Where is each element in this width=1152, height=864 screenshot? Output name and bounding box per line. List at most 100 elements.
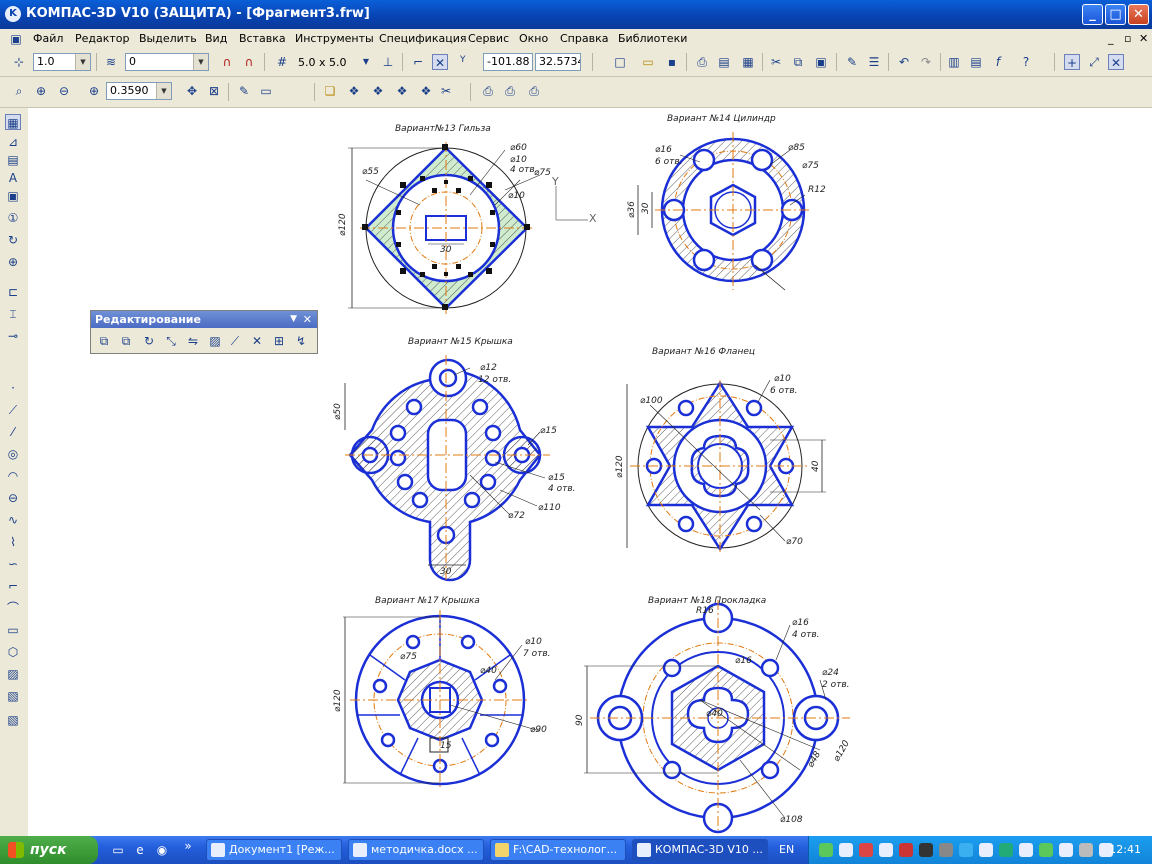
tray-icon[interactable] — [1059, 843, 1073, 857]
drawing-variant-16[interactable]: Вариант №16 Фланец ⌀10 6 отв. ⌀100 ⌀120 … — [615, 347, 826, 552]
drawing-variant-14[interactable]: Вариант №14 Цилиндр ⌀16 6 отв. ⌀85 ⌀75 R… — [627, 114, 826, 291]
grid-icon[interactable]: # — [274, 54, 290, 70]
chevron-down-icon[interactable]: ▼ — [156, 83, 171, 99]
mdi-close-button[interactable]: ✕ — [1139, 32, 1148, 45]
open-folder-icon[interactable]: ▭ — [640, 54, 656, 70]
ellipse-icon[interactable]: ⊖ — [5, 490, 21, 506]
cut-icon[interactable]: ✂ — [768, 54, 784, 70]
dimensions-panel-icon[interactable]: ⊿ — [5, 134, 21, 150]
copy-icon[interactable]: ⧉ — [790, 54, 806, 70]
palette-close-icon[interactable]: ✕ — [303, 311, 312, 328]
mirror-icon[interactable]: ⇋ — [185, 333, 201, 349]
fragment-icon[interactable]: ⌶ — [5, 306, 21, 322]
zoom-out-icon[interactable]: ⊖ — [56, 83, 72, 99]
nurbs-icon[interactable]: ⌇ — [5, 534, 21, 550]
layers-icon[interactable]: ≋ — [103, 54, 119, 70]
library-icon-4[interactable]: ❖ — [418, 83, 434, 99]
tray-icon[interactable] — [1079, 843, 1093, 857]
task-word-methodichka[interactable]: методичка.docx ... — [348, 839, 484, 861]
redo-icon[interactable]: ↷ — [918, 54, 934, 70]
cut-curve-icon[interactable]: ⊞ — [271, 333, 287, 349]
zoom-field[interactable]: 0.3590 ▼ — [106, 82, 172, 100]
copy-objects-icon[interactable]: ⧉ — [118, 333, 134, 349]
new-document-icon[interactable]: □ — [612, 54, 628, 70]
manager-icon[interactable]: ▥ — [946, 54, 962, 70]
rotate-icon[interactable]: ↻ — [141, 333, 157, 349]
tray-icon[interactable] — [1019, 843, 1033, 857]
other-icon[interactable]: ⊸ — [5, 328, 21, 344]
sheet-icon[interactable]: ▭ — [258, 83, 274, 99]
print-icon[interactable]: ⎙ — [694, 54, 710, 70]
close-button[interactable]: ✕ — [1128, 4, 1149, 25]
scale-icon[interactable]: ⤡ — [163, 333, 179, 349]
library-icon-1[interactable]: ❖ — [346, 83, 362, 99]
menu-specification[interactable]: Спецификация — [379, 32, 466, 45]
snap-intersection-icon[interactable]: ✕ — [1108, 54, 1124, 70]
measure-icon[interactable]: ① — [5, 210, 21, 226]
chevron-down-icon[interactable]: ▼ — [193, 54, 208, 70]
trim-icon[interactable]: ⟋ — [227, 333, 243, 349]
snap-line-icon[interactable]: ⤢ — [1086, 54, 1102, 70]
deform-icon[interactable]: ▨ — [207, 333, 223, 349]
menu-help[interactable]: Справка — [560, 32, 608, 45]
help-icon[interactable]: ? — [1018, 54, 1034, 70]
menu-service[interactable]: Сервис — [468, 32, 509, 45]
chevron-down-icon[interactable]: ▼ — [75, 54, 90, 70]
tray-icon[interactable] — [919, 843, 933, 857]
tray-icon[interactable] — [1039, 843, 1053, 857]
move-icon[interactable]: ⧉ — [96, 333, 112, 349]
drawing-variant-17[interactable]: Вариант №17 Крышка ⌀10 7 отв. ⌀75 ⌀40 ⌀1… — [333, 596, 551, 790]
report-icon[interactable]: ⊏ — [5, 284, 21, 300]
palette-menu-icon[interactable]: ▼ — [290, 311, 297, 328]
polygon-icon[interactable]: ⬡ — [5, 644, 21, 660]
arc-icon[interactable]: ◠ — [5, 468, 21, 484]
menu-tools[interactable]: Инструменты — [295, 32, 374, 45]
function-icon[interactable]: f — [990, 54, 1006, 70]
point-icon[interactable]: · — [5, 380, 21, 396]
coordinate-y-field[interactable]: 32.5734 — [535, 53, 581, 71]
properties-brush-icon[interactable]: ✎ — [844, 54, 860, 70]
polyline-icon[interactable]: ∿ — [5, 512, 21, 528]
minimize-button[interactable]: _ — [1082, 4, 1103, 25]
layer-field[interactable]: 0 ▼ — [125, 53, 209, 71]
zoom-window-icon[interactable]: ⌕ — [11, 83, 27, 99]
tray-icon[interactable] — [839, 843, 853, 857]
zoom-scale-icon[interactable]: ⊕ — [86, 83, 102, 99]
library-manager-icon[interactable]: ❏ — [322, 83, 338, 99]
chamfer-icon[interactable]: ⌐ — [5, 578, 21, 594]
segment-icon[interactable]: ⁄ — [5, 424, 21, 440]
task-kompas[interactable]: КОМПАС-3D V10 ... — [632, 839, 768, 861]
spec-icon[interactable]: ⊕ — [5, 254, 21, 270]
rectangle-icon[interactable]: ▭ — [5, 622, 21, 638]
coordinate-x-field[interactable]: -101.88 — [483, 53, 533, 71]
clear-area-icon[interactable]: ↯ — [293, 333, 309, 349]
quicklaunch-desktop-icon[interactable]: ▭ — [110, 842, 126, 858]
quicklaunch-more-icon[interactable]: » — [180, 838, 196, 854]
symbols-panel-icon[interactable]: ▤ — [5, 152, 21, 168]
magnet-local-snap-icon[interactable]: ∩ — [241, 54, 257, 70]
drawing-variant-13[interactable]: Вариант№13 Гильза ⌀60 ⌀10 4 отв. ⌀75 ⌀55… — [338, 124, 551, 314]
maximize-button[interactable]: □ — [1105, 4, 1126, 25]
print-icon-3[interactable]: ⎙ — [526, 83, 542, 99]
tray-icon[interactable] — [979, 843, 993, 857]
parametrization-icon[interactable]: ▣ — [5, 188, 21, 204]
tray-icon[interactable] — [879, 843, 893, 857]
kompas-app-icon[interactable]: K — [5, 6, 21, 22]
palette-title-bar[interactable]: Редактирование ▼ ✕ — [91, 311, 317, 328]
contour-icon[interactable]: ▧ — [5, 688, 21, 704]
save-icon[interactable]: ▪ — [664, 54, 680, 70]
tray-icon[interactable] — [959, 843, 973, 857]
hatch-icon[interactable]: ▨ — [5, 666, 21, 682]
step-cursor-icon[interactable]: ⊹ — [11, 54, 27, 70]
menu-select[interactable]: Выделить — [139, 32, 197, 45]
show-all-icon[interactable]: ⊠ — [206, 83, 222, 99]
undo-icon[interactable]: ↶ — [896, 54, 912, 70]
step-field[interactable]: 1.0 ▼ — [33, 53, 91, 71]
task-folder[interactable]: F:\CAD-технолог... — [490, 839, 626, 861]
menu-editor[interactable]: Редактор — [75, 32, 130, 45]
edit-panel-icon[interactable]: A — [5, 170, 21, 186]
bezier-icon[interactable]: ∽ — [5, 556, 21, 572]
mdi-restore-button[interactable]: ▫ — [1124, 32, 1131, 45]
print-preview-icon[interactable]: ▤ — [716, 54, 732, 70]
menu-file[interactable]: Файл — [33, 32, 63, 45]
